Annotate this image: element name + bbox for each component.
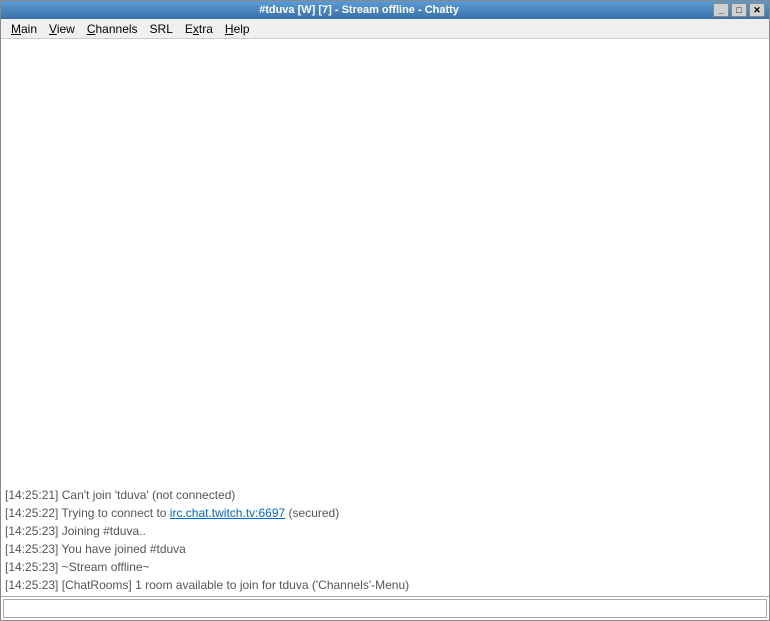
- message-text: Can't join 'tduva' (not connected): [62, 488, 236, 502]
- chat-line: [14:25:22] Trying to connect to irc.chat…: [5, 504, 765, 522]
- timestamp: [14:25:23]: [5, 542, 58, 556]
- timestamp: [14:25:23]: [5, 578, 58, 592]
- chat-area: [14:25:21] Can't join 'tduva' (not conne…: [1, 39, 769, 596]
- minimize-button[interactable]: _: [713, 3, 729, 17]
- chat-line: [14:25:23] ~Stream offline~: [5, 558, 765, 576]
- maximize-button[interactable]: □: [731, 3, 747, 17]
- message-text-before: Trying to connect to: [62, 506, 170, 520]
- chat-empty-space: [5, 41, 765, 486]
- message-text: Joining #tduva..: [62, 524, 146, 538]
- chat-messages: [14:25:21] Can't join 'tduva' (not conne…: [5, 486, 765, 594]
- timestamp: [14:25:23]: [5, 560, 58, 574]
- window-controls: _ □ ✕: [713, 3, 765, 17]
- message-text: You have joined #tduva: [62, 542, 186, 556]
- message-text: [ChatRooms] 1 room available to join for…: [62, 578, 409, 592]
- timestamp: [14:25:22]: [5, 506, 58, 520]
- message-text: ~Stream offline~: [62, 560, 150, 574]
- menu-help[interactable]: Help: [219, 20, 256, 38]
- chat-line: [14:25:21] Can't join 'tduva' (not conne…: [5, 486, 765, 504]
- menu-srl[interactable]: SRL: [144, 20, 179, 38]
- chat-line: [14:25:23] You have joined #tduva: [5, 540, 765, 558]
- irc-link[interactable]: irc.chat.twitch.tv:6697: [170, 506, 285, 520]
- menu-channels[interactable]: Channels: [81, 20, 144, 38]
- timestamp: [14:25:21]: [5, 488, 58, 502]
- menu-extra[interactable]: Extra: [179, 20, 219, 38]
- input-area: [1, 596, 769, 620]
- menu-bar: Main View Channels SRL Extra Help: [1, 19, 769, 39]
- menu-main[interactable]: Main: [5, 20, 43, 38]
- title-text: #tduva [W] [7] - Stream offline - Chatty: [5, 4, 713, 16]
- chat-line: [14:25:23] Joining #tduva..: [5, 522, 765, 540]
- chat-input[interactable]: [3, 599, 767, 618]
- message-text-after: (secured): [285, 506, 339, 520]
- title-bar: #tduva [W] [7] - Stream offline - Chatty…: [1, 1, 769, 19]
- app-window: #tduva [W] [7] - Stream offline - Chatty…: [0, 0, 770, 621]
- menu-view[interactable]: View: [43, 20, 81, 38]
- timestamp: [14:25:23]: [5, 524, 58, 538]
- close-button[interactable]: ✕: [749, 3, 765, 17]
- chat-line: [14:25:23] [ChatRooms] 1 room available …: [5, 576, 765, 594]
